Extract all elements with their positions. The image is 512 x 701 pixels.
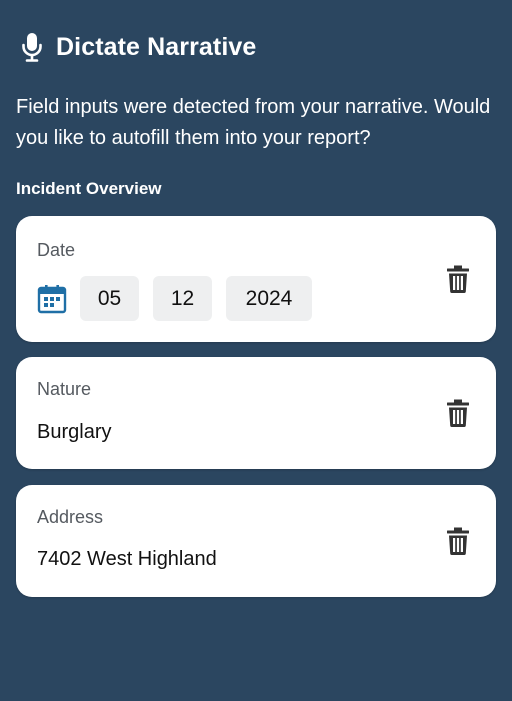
page-header: Dictate Narrative — [18, 30, 256, 64]
microphone-icon — [18, 30, 46, 64]
delete-date-trash-icon[interactable] — [446, 265, 470, 293]
section-title: Incident Overview — [16, 179, 162, 198]
address-label: Address — [37, 507, 104, 527]
intro-text: Field inputs were detected from your nar… — [16, 96, 491, 149]
address-value[interactable]: 7402 West Highland — [37, 548, 217, 571]
date-card: Date 05 12 2024 — [16, 216, 496, 342]
calendar-icon[interactable] — [37, 284, 67, 314]
delete-nature-trash-icon[interactable] — [446, 399, 470, 427]
date-year-input[interactable]: 2024 — [226, 276, 312, 321]
nature-card: Nature Burglary — [16, 357, 496, 469]
date-label: Date — [37, 240, 76, 260]
date-day-input[interactable]: 12 — [153, 276, 212, 321]
nature-label: Nature — [37, 379, 92, 399]
delete-address-trash-icon[interactable] — [446, 527, 470, 555]
address-card: Address 7402 West Highland — [16, 485, 496, 597]
date-month-input[interactable]: 05 — [80, 276, 139, 321]
date-inputs: 05 12 2024 — [37, 276, 326, 321]
nature-value[interactable]: Burglary — [37, 421, 111, 444]
page-title: Dictate Narrative — [56, 32, 257, 61]
